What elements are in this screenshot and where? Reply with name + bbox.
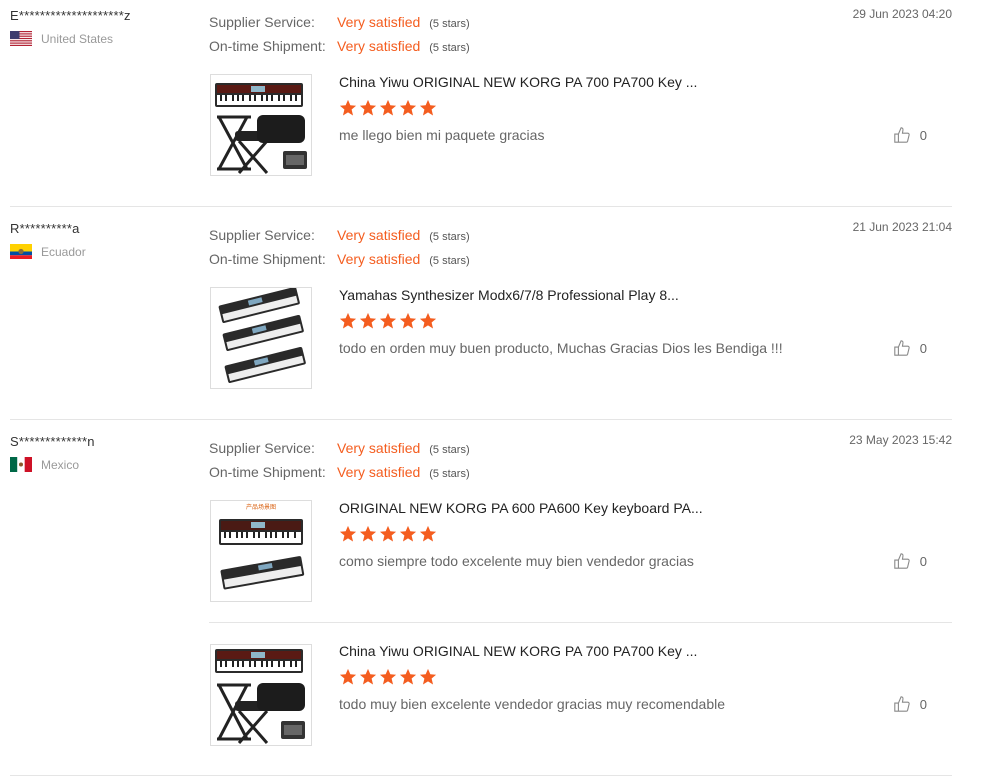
star-icon (359, 525, 377, 542)
supplier-service-label: Supplier Service: (209, 14, 315, 30)
review-item: China Yiwu ORIGINAL NEW KORG PA 700 PA70… (209, 74, 952, 184)
star-icon (359, 668, 377, 685)
review-card: E********************z United States Sup… (10, 0, 952, 207)
star-icon (419, 312, 437, 329)
supplier-service-rating: Supplier Service: Very satisfied (5 star… (209, 440, 470, 456)
product-thumbnail[interactable] (210, 644, 312, 746)
review-date: 21 Jun 2023 21:04 (852, 220, 952, 234)
supplier-service-value: Very satisfied (337, 14, 421, 30)
reviewer-name: S*************n (10, 434, 95, 449)
star-icon (399, 668, 417, 685)
review-comment: todo muy bien excelente vendedor gracias… (339, 696, 726, 712)
review-comment: como siempre todo excelente muy bien ven… (339, 553, 694, 569)
review-item: Yamahas Synthesizer Modx6/7/8 Profession… (209, 287, 952, 397)
item-star-rating (339, 668, 437, 686)
star-icon (339, 525, 357, 542)
reviewer-country: United States (10, 31, 113, 46)
keyboard-stand-image (215, 649, 305, 744)
keyboard-image: 产品场景图 (219, 503, 305, 590)
supplier-service-label: Supplier Service: (209, 227, 315, 243)
star-icon (379, 312, 397, 329)
item-star-rating (339, 99, 437, 117)
thumb-caption: 产品场景图 (246, 503, 276, 511)
country-label: Ecuador (41, 244, 86, 259)
mexico-flag-icon (10, 457, 32, 472)
star-icon (379, 525, 397, 542)
star-icon (379, 99, 397, 116)
star-icon (419, 525, 437, 542)
ontime-shipment-label: On-time Shipment: (209, 251, 326, 267)
item-star-rating (339, 312, 437, 330)
supplier-service-stars: (5 stars) (429, 18, 470, 30)
star-icon (399, 525, 417, 542)
review-item: China Yiwu ORIGINAL NEW KORG PA 700 PA70… (209, 622, 952, 753)
product-title[interactable]: Yamahas Synthesizer Modx6/7/8 Profession… (339, 287, 679, 303)
reviewer-country: Mexico (10, 457, 79, 472)
star-icon (419, 99, 437, 116)
star-icon (419, 668, 437, 685)
review-date: 29 Jun 2023 04:20 (852, 7, 952, 21)
thumbs-up-icon (894, 127, 910, 143)
review-item: 产品场景图 ORIGINAL NEW KORG PA 600 PA600 Key… (209, 500, 952, 622)
ontime-shipment-value: Very satisfied (337, 251, 421, 267)
ontime-shipment-rating: On-time Shipment: Very satisfied (5 star… (209, 251, 470, 267)
like-count: 0 (919, 553, 927, 569)
review-comment: todo en orden muy buen producto, Muchas … (339, 340, 783, 356)
star-icon (359, 312, 377, 329)
item-star-rating (339, 525, 437, 543)
product-title[interactable]: China Yiwu ORIGINAL NEW KORG PA 700 PA70… (339, 643, 697, 659)
ontime-shipment-value: Very satisfied (337, 38, 421, 54)
reviewer-name: E********************z (10, 8, 131, 23)
product-title[interactable]: China Yiwu ORIGINAL NEW KORG PA 700 PA70… (339, 74, 697, 90)
star-icon (399, 99, 417, 116)
like-count: 0 (919, 127, 927, 143)
ontime-shipment-value: Very satisfied (337, 464, 421, 480)
thumbs-up-icon (894, 696, 910, 712)
supplier-service-label: Supplier Service: (209, 440, 315, 456)
star-icon (379, 668, 397, 685)
star-icon (339, 668, 357, 685)
star-icon (399, 312, 417, 329)
reviewer-country: Ecuador (10, 244, 86, 259)
supplier-service-value: Very satisfied (337, 227, 421, 243)
thumbs-up-icon (894, 553, 910, 569)
product-thumbnail[interactable]: 产品场景图 (210, 500, 312, 602)
synthesizer-image (218, 288, 306, 383)
like-button[interactable]: 0 (893, 339, 927, 357)
review-card: R**********a Ecuador Supplier Service: V… (10, 213, 952, 420)
ontime-shipment-rating: On-time Shipment: Very satisfied (5 star… (209, 464, 470, 480)
product-thumbnail[interactable] (210, 74, 312, 176)
ontime-shipment-stars: (5 stars) (429, 468, 470, 480)
like-count: 0 (919, 340, 927, 356)
supplier-service-stars: (5 stars) (429, 231, 470, 243)
supplier-service-value: Very satisfied (337, 440, 421, 456)
product-thumbnail[interactable] (210, 287, 312, 389)
like-count: 0 (919, 696, 927, 712)
ontime-shipment-stars: (5 stars) (429, 255, 470, 267)
ontime-shipment-stars: (5 stars) (429, 42, 470, 54)
ontime-shipment-label: On-time Shipment: (209, 464, 326, 480)
country-label: Mexico (41, 457, 80, 472)
star-icon (339, 99, 357, 116)
keyboard-stand-image (215, 83, 307, 174)
like-button[interactable]: 0 (893, 552, 927, 570)
supplier-service-rating: Supplier Service: Very satisfied (5 star… (209, 14, 470, 30)
star-icon (339, 312, 357, 329)
supplier-service-rating: Supplier Service: Very satisfied (5 star… (209, 227, 470, 243)
ontime-shipment-label: On-time Shipment: (209, 38, 326, 54)
review-comment: me llego bien mi paquete gracias (339, 127, 545, 143)
us-flag-icon (10, 31, 32, 46)
like-button[interactable]: 0 (893, 695, 927, 713)
thumbs-up-icon (894, 340, 910, 356)
ecuador-flag-icon (10, 244, 32, 259)
review-card: S*************n Mexico Supplier Service:… (10, 426, 952, 776)
reviewer-name: R**********a (10, 221, 80, 236)
country-label: United States (41, 31, 114, 46)
like-button[interactable]: 0 (893, 126, 927, 144)
star-icon (359, 99, 377, 116)
supplier-service-stars: (5 stars) (429, 444, 470, 456)
product-title[interactable]: ORIGINAL NEW KORG PA 600 PA600 Key keybo… (339, 500, 703, 516)
review-date: 23 May 2023 15:42 (849, 433, 952, 447)
ontime-shipment-rating: On-time Shipment: Very satisfied (5 star… (209, 38, 470, 54)
